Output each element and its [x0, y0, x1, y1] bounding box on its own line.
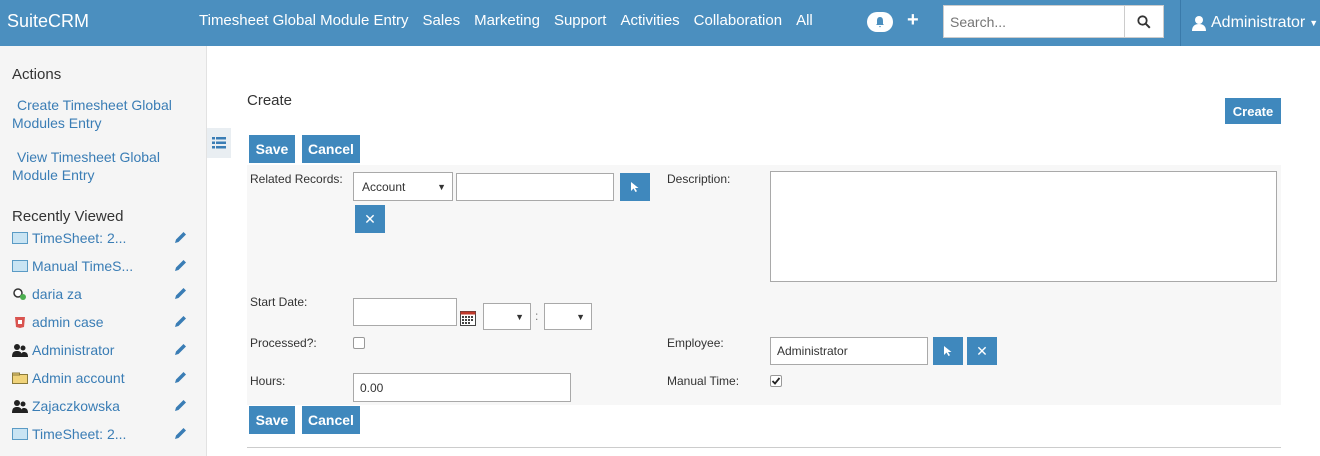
logo[interactable]: SuiteCRM	[7, 11, 89, 32]
contact-icon	[12, 399, 28, 413]
processed-checkbox[interactable]	[353, 337, 365, 349]
recent-item-label: admin case	[32, 314, 104, 330]
select-employee-button[interactable]	[933, 337, 963, 365]
recent-item-label: daria za	[32, 286, 82, 302]
search-button[interactable]	[1124, 6, 1163, 37]
close-icon: ✕	[364, 210, 376, 227]
timesheet-icon	[12, 231, 28, 245]
hours-label: Hours:	[250, 374, 286, 388]
action-create-timesheet[interactable]: Create Timesheet Global Modules Entry	[12, 96, 182, 132]
recent-item[interactable]: Zajaczkowska	[12, 396, 190, 416]
related-record-input[interactable]	[456, 173, 614, 201]
pencil-icon[interactable]	[174, 398, 188, 415]
user-icon	[12, 343, 28, 357]
pencil-icon[interactable]	[174, 258, 188, 275]
top-navbar: SuiteCRM Timesheet Global Module Entry S…	[0, 0, 1320, 46]
user-menu[interactable]: Administrator ▼	[1180, 0, 1320, 46]
pencil-icon[interactable]	[174, 342, 188, 359]
close-icon: ✕	[976, 342, 988, 359]
pencil-icon[interactable]	[174, 426, 188, 443]
clear-related-button[interactable]: ✕	[355, 205, 385, 233]
save-button-top[interactable]: Save	[249, 135, 295, 163]
hours-select[interactable]: ▼	[483, 303, 531, 330]
nav-activities[interactable]: Activities	[620, 12, 679, 29]
minutes-select[interactable]: ▼	[544, 303, 592, 330]
recent-item-label: TimeSheet: 2...	[32, 230, 127, 246]
lead-icon	[12, 287, 28, 301]
quick-create-plus-icon[interactable]: +	[907, 9, 919, 32]
chevron-down-icon: ▼	[437, 181, 446, 192]
employee-label: Employee:	[667, 336, 724, 350]
recently-viewed-heading: Recently Viewed	[12, 208, 124, 225]
chevron-down-icon: ▼	[1309, 18, 1319, 28]
recent-item[interactable]: TimeSheet: 2...	[12, 228, 190, 248]
notifications-bell-icon[interactable]	[867, 12, 893, 32]
pencil-icon[interactable]	[174, 314, 188, 331]
nav-marketing[interactable]: Marketing	[474, 12, 540, 29]
nav-sales[interactable]: Sales	[423, 12, 461, 29]
nav-timesheet[interactable]: Timesheet Global Module Entry	[199, 12, 409, 29]
cancel-button-bottom[interactable]: Cancel	[302, 406, 360, 434]
recent-item-label: TimeSheet: 2...	[32, 426, 127, 442]
start-date-label: Start Date:	[250, 295, 308, 309]
sidebar-toggle-list-icon[interactable]	[207, 128, 231, 158]
recent-item[interactable]: Admin account	[12, 368, 190, 388]
user-icon	[1192, 16, 1206, 31]
search-box	[943, 5, 1164, 38]
create-button[interactable]: Create	[1225, 98, 1281, 124]
clear-employee-button[interactable]: ✕	[967, 337, 997, 365]
related-type-select[interactable]: Account ▼	[353, 172, 453, 201]
recent-item[interactable]: daria za	[12, 284, 190, 304]
description-textarea[interactable]	[770, 171, 1277, 282]
chevron-down-icon: ▼	[576, 311, 585, 322]
calendar-icon[interactable]	[460, 311, 476, 331]
start-date-input[interactable]	[353, 298, 457, 326]
save-button-bottom[interactable]: Save	[249, 406, 295, 434]
divider	[247, 447, 1281, 448]
page-title: Create	[247, 92, 293, 109]
action-view-timesheet[interactable]: View Timesheet Global Module Entry	[12, 148, 182, 184]
employee-input[interactable]: Administrator	[770, 337, 928, 365]
actions-heading: Actions	[12, 66, 62, 83]
nav-support[interactable]: Support	[554, 12, 607, 29]
pencil-icon[interactable]	[174, 370, 188, 387]
recent-item-label: Admin account	[32, 370, 125, 386]
hours-input[interactable]: 0.00	[353, 373, 571, 402]
recent-item[interactable]: Administrator	[12, 340, 190, 360]
chevron-down-icon: ▼	[515, 311, 524, 322]
pencil-icon[interactable]	[174, 230, 188, 247]
timesheet-icon	[12, 427, 28, 441]
main-nav: Timesheet Global Module Entry Sales Mark…	[199, 12, 827, 29]
cursor-icon	[944, 346, 952, 356]
nav-collaboration[interactable]: Collaboration	[694, 12, 782, 29]
pencil-icon[interactable]	[174, 286, 188, 303]
nav-all[interactable]: All	[796, 12, 813, 29]
checkmark-icon	[771, 377, 781, 385]
manual-time-label: Manual Time:	[667, 374, 740, 388]
select-related-button[interactable]	[620, 173, 650, 201]
manual-time-checkbox[interactable]	[770, 375, 782, 387]
search-input[interactable]	[944, 6, 1124, 37]
related-type-value: Account	[362, 179, 406, 194]
processed-label: Processed?:	[250, 336, 317, 350]
search-icon	[1137, 14, 1151, 29]
recent-item[interactable]: Manual TimeS...	[12, 256, 190, 276]
related-records-label: Related Records:	[250, 172, 343, 186]
sidebar: Actions Create Timesheet Global Modules …	[0, 46, 207, 456]
cancel-button-top[interactable]: Cancel	[302, 135, 360, 163]
recent-item-label: Zajaczkowska	[32, 398, 120, 414]
description-label: Description:	[667, 172, 731, 186]
account-icon	[12, 371, 28, 385]
recent-item[interactable]: TimeSheet: 2...	[12, 424, 190, 444]
recent-item-label: Manual TimeS...	[32, 258, 134, 274]
case-icon	[12, 315, 28, 329]
time-separator: :	[535, 309, 539, 323]
cursor-icon	[631, 182, 639, 192]
timesheet-icon	[12, 259, 28, 273]
recent-item-label: Administrator	[32, 342, 115, 358]
user-name: Administrator	[1211, 14, 1306, 31]
recent-item[interactable]: admin case	[12, 312, 190, 332]
